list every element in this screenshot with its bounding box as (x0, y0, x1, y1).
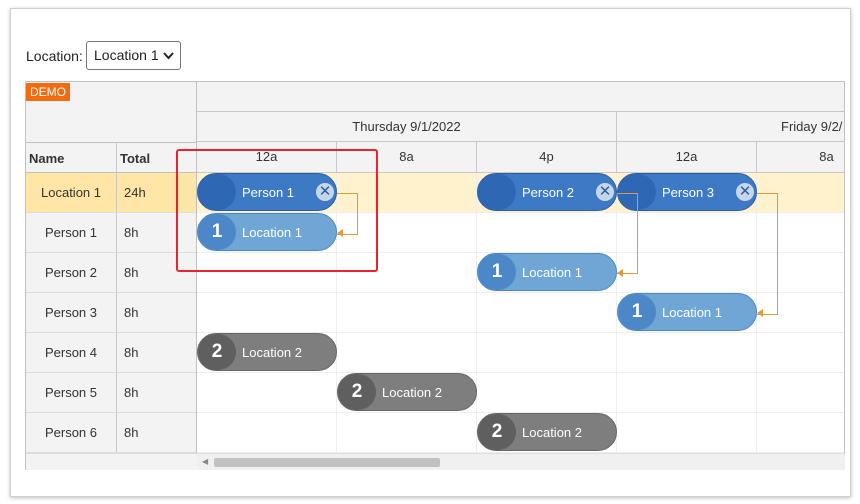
event-number: 2 (198, 334, 236, 370)
link-line (757, 193, 778, 315)
grid-cell[interactable] (757, 373, 844, 413)
location-select-value: Location 1 (94, 47, 159, 63)
row-total: 24h (124, 185, 146, 200)
row-header-person[interactable]: Person 4 8h (26, 333, 196, 373)
location-event[interactable]: 1 Location 1 (477, 253, 617, 291)
link-line (617, 193, 638, 274)
event-label: Location 2 (382, 385, 442, 400)
event-label: Person 2 (522, 185, 575, 200)
row-total: 8h (124, 265, 139, 280)
grid-cell[interactable] (477, 373, 617, 413)
location-event[interactable]: 2 Location 2 (337, 373, 477, 411)
grid-cell[interactable] (617, 213, 757, 253)
day-header[interactable]: Thursday 9/1/2022 (197, 112, 617, 141)
row-total: 8h (124, 425, 139, 440)
hour-header[interactable]: 12a (617, 142, 757, 172)
grid-cell[interactable] (757, 333, 844, 373)
grid-cell[interactable] (617, 413, 757, 453)
row-total: 8h (124, 305, 139, 320)
horizontal-scrollbar[interactable]: ◀ (197, 453, 845, 470)
link-arrow-icon (757, 309, 763, 317)
row-name: Person 3 (26, 293, 117, 332)
row-header-person[interactable]: Person 6 8h (26, 413, 196, 453)
time-header-days: Thursday 9/1/2022 Friday 9/2/ (197, 112, 844, 142)
location-event[interactable]: 2 Location 2 (477, 413, 617, 451)
demo-badge: DEMO (26, 83, 70, 101)
row-header-scroll-spacer (26, 453, 197, 470)
row-name: Person 1 (26, 213, 117, 252)
person-event[interactable]: Person 3 ✕ (617, 173, 757, 211)
location-select[interactable]: Location 1 (86, 41, 181, 70)
row-name: Person 4 (26, 333, 117, 372)
hour-header[interactable]: 4p (477, 142, 617, 172)
link-arrow-icon (617, 269, 623, 277)
scrollbar-thumb[interactable] (214, 458, 440, 467)
row-name: Person 2 (26, 253, 117, 292)
grid-cell[interactable] (197, 413, 337, 453)
scroll-left-icon[interactable]: ◀ (202, 457, 208, 466)
hour-header[interactable]: 8a (757, 142, 844, 172)
event-label: Location 1 (662, 305, 722, 320)
grid-cell[interactable] (477, 293, 617, 333)
grid-cell[interactable] (477, 213, 617, 253)
grid-cell[interactable] (757, 413, 844, 453)
time-header-top (197, 82, 844, 112)
location-filter-label: Location: (26, 48, 83, 64)
grid-cell[interactable] (337, 333, 477, 373)
event-number: 1 (618, 294, 656, 330)
grid-cell[interactable] (617, 373, 757, 413)
grid-cell[interactable] (337, 413, 477, 453)
row-name: Location 1 (26, 173, 117, 212)
row-header-person[interactable]: Person 1 8h (26, 213, 196, 253)
event-label: Location 2 (242, 345, 302, 360)
delete-icon[interactable]: ✕ (596, 183, 614, 201)
person-event[interactable]: Person 2 ✕ (477, 173, 617, 211)
event-number: 1 (478, 254, 516, 290)
row-header-person[interactable]: Person 3 8h (26, 293, 196, 333)
event-circle (478, 174, 516, 210)
row-header-person[interactable]: Person 5 8h (26, 373, 196, 413)
event-label: Location 2 (522, 425, 582, 440)
grid-cell[interactable] (617, 253, 757, 293)
row-header-location[interactable]: Location 1 24h (26, 173, 196, 213)
row-total: 8h (124, 345, 139, 360)
highlight-box (176, 149, 378, 272)
link-line (617, 193, 637, 194)
row-total: 8h (124, 385, 139, 400)
delete-icon[interactable]: ✕ (736, 183, 754, 201)
chevron-down-icon (163, 42, 174, 80)
row-name: Person 6 (26, 413, 117, 452)
event-number: 2 (338, 374, 376, 410)
grid-cell[interactable] (337, 293, 477, 333)
grid-cell[interactable] (617, 333, 757, 373)
row-header-column: DEMO Name Total Location 1 24h Person 1 … (26, 82, 197, 469)
row-name: Person 5 (26, 373, 117, 412)
day-header[interactable]: Friday 9/2/ (617, 112, 844, 141)
column-header-name[interactable]: Name (26, 142, 117, 173)
grid-cell[interactable] (477, 333, 617, 373)
location-event[interactable]: 2 Location 2 (197, 333, 337, 371)
row-header-person[interactable]: Person 2 8h (26, 253, 196, 293)
event-label: Location 1 (522, 265, 582, 280)
event-label: Person 3 (662, 185, 715, 200)
event-number: 2 (478, 414, 516, 450)
row-total: 8h (124, 225, 139, 240)
grid-cell[interactable] (197, 293, 337, 333)
location-event[interactable]: 1 Location 1 (617, 293, 757, 331)
grid-cell[interactable] (197, 373, 337, 413)
